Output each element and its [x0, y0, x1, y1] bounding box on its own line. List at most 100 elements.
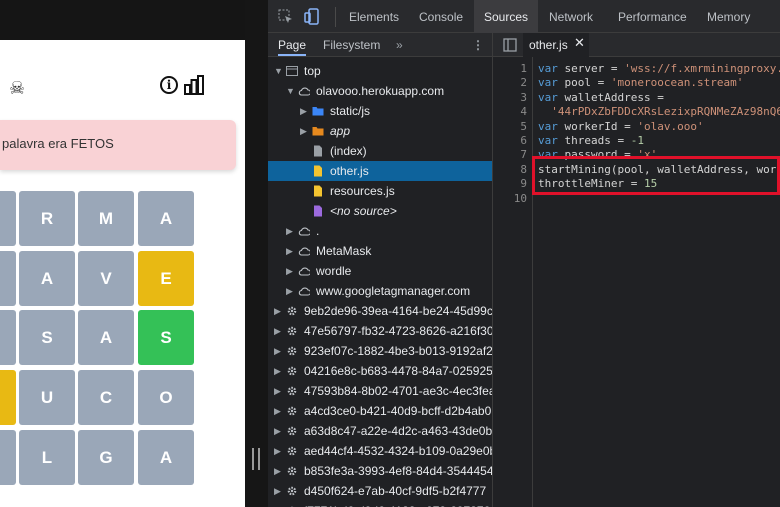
nav-tab-filesystem[interactable]: Filesystem	[323, 33, 380, 56]
expanded-arrow-icon[interactable]: ▼	[274, 61, 283, 81]
collapsed-arrow-icon[interactable]: ▶	[300, 121, 307, 141]
tree-item[interactable]: ▶ 9eb2de96-39ea-4164-be24-45d99c	[268, 301, 492, 321]
tree-item[interactable]: ▶ 923ef07c-1882-4be3-b013-9192af2	[268, 341, 492, 361]
editor-tab-other-js[interactable]: other.js ✕	[523, 33, 589, 57]
line-number[interactable]: 6	[497, 134, 527, 147]
device-toolbar-icon[interactable]	[304, 8, 320, 25]
collapsed-arrow-icon[interactable]: ▶	[274, 441, 281, 461]
js-file-icon	[314, 165, 322, 177]
tree-item-label: 47e56797-fb32-4723-8626-a216f30	[304, 324, 492, 338]
tree-item[interactable]: resources.js	[268, 181, 492, 201]
tree-item[interactable]: ▼ olavooo.herokuapp.com	[268, 81, 492, 101]
info-icon[interactable]: i	[160, 76, 178, 94]
collapsed-arrow-icon[interactable]: ▶	[274, 481, 281, 501]
tab-sources[interactable]: Sources	[474, 0, 539, 33]
tab-console[interactable]: Console	[409, 0, 473, 33]
tab-memory[interactable]: Memory	[697, 0, 760, 33]
tree-item[interactable]: ▶ 04216e8c-b683-4478-84a7-025925	[268, 361, 492, 381]
wordle-game-page: ☠ i palavra era FETOS RMAAVESASUCOLGA	[0, 40, 245, 507]
tree-item[interactable]: ▶ www.googletagmanager.com	[268, 281, 492, 301]
folder-icon	[312, 127, 324, 136]
letter-tile: A	[138, 430, 194, 485]
gear-icon	[287, 346, 297, 356]
collapsed-arrow-icon[interactable]: ▶	[274, 421, 281, 441]
collapsed-arrow-icon[interactable]: ▶	[286, 281, 293, 301]
cloud-icon	[298, 247, 310, 256]
collapsed-arrow-icon[interactable]: ▶	[286, 241, 293, 261]
splitter-grip[interactable]	[252, 448, 260, 470]
gear-icon	[287, 386, 297, 396]
line-number[interactable]: 4	[497, 105, 527, 118]
letter-tile: U	[19, 370, 75, 425]
collapsed-arrow-icon[interactable]: ▶	[286, 261, 293, 281]
collapsed-arrow-icon[interactable]: ▶	[274, 361, 281, 381]
toggle-navigator-icon[interactable]	[503, 38, 517, 52]
tree-item[interactable]: ▼ top	[268, 61, 492, 81]
tree-item[interactable]: ▶ 47e56797-fb32-4723-8626-a216f30	[268, 321, 492, 341]
js-file-icon	[314, 185, 322, 197]
tree-item[interactable]: ▶ wordle	[268, 261, 492, 281]
line-number[interactable]: 5	[497, 120, 527, 133]
letter-tile: S	[19, 310, 75, 365]
letter-tile: O	[138, 370, 194, 425]
line-number[interactable]: 10	[497, 192, 527, 205]
collapsed-arrow-icon[interactable]: ▶	[274, 381, 281, 401]
gear-icon	[287, 426, 297, 436]
cloud-icon	[298, 267, 310, 276]
line-number[interactable]: 2	[497, 76, 527, 89]
collapsed-arrow-icon[interactable]: ▶	[274, 321, 281, 341]
tab-network[interactable]: Network	[539, 0, 603, 33]
tree-item[interactable]: ▶ aed44cf4-4532-4324-b109-0a29e0b	[268, 441, 492, 461]
line-number[interactable]: 9	[497, 177, 527, 190]
code-editor[interactable]: 1 2 3 4 5 6 7 8 9 10 var server = 'wss://f.xmrmin…	[493, 57, 780, 507]
letter-tile: M	[78, 191, 134, 246]
tree-item[interactable]: other.js	[268, 161, 492, 181]
tree-item[interactable]: ▶ 47593b84-8b02-4701-ae3c-4ec3fea	[268, 381, 492, 401]
collapsed-arrow-icon[interactable]: ▶	[274, 401, 281, 421]
tree-item[interactable]: ▶ b853fe3a-3993-4ef8-84d4-3544454	[268, 461, 492, 481]
tree-item[interactable]: ▶ static/js	[268, 101, 492, 121]
letter-tile: A	[138, 191, 194, 246]
expanded-arrow-icon[interactable]: ▼	[286, 81, 295, 101]
skull-icon[interactable]: ☠	[9, 78, 25, 99]
tree-item[interactable]: ▶ a63d8c47-a22e-4d2c-a463-43de0b	[268, 421, 492, 441]
tree-item-label: d450f624-e7ab-40cf-9df5-b2f4777	[304, 484, 487, 498]
tab-performance[interactable]: Performance	[608, 0, 697, 33]
line-number[interactable]: 8	[497, 163, 527, 176]
collapsed-arrow-icon[interactable]: ▶	[300, 101, 307, 121]
tree-item[interactable]: ▶ MetaMask	[268, 241, 492, 261]
collapsed-arrow-icon[interactable]: ▶	[274, 461, 281, 481]
tree-item[interactable]: ▶ a4cd3ce0-b421-40d9-bcff-d2b4ab0	[268, 401, 492, 421]
letter-tile	[0, 251, 16, 306]
more-tabs-chevron-icon[interactable]: »	[396, 33, 403, 56]
collapsed-arrow-icon[interactable]: ▶	[274, 501, 281, 507]
tree-item[interactable]: ▶ d450f624-e7ab-40cf-9df5-b2f4777	[268, 481, 492, 501]
nav-tab-page[interactable]: Page	[278, 33, 306, 56]
more-options-icon[interactable]: ⋮	[472, 33, 484, 56]
cloud-icon	[298, 227, 310, 236]
toast-message: palavra era FETOS	[2, 136, 114, 151]
collapsed-arrow-icon[interactable]: ▶	[274, 301, 281, 321]
collapsed-arrow-icon[interactable]: ▶	[286, 221, 293, 241]
collapsed-arrow-icon[interactable]: ▶	[274, 341, 281, 361]
tab-elements[interactable]: Elements	[339, 0, 409, 33]
close-tab-icon[interactable]: ✕	[574, 36, 585, 51]
line-number[interactable]: 1	[497, 62, 527, 75]
file-navigator-tree: ▼ top ▼ olavooo.herokuapp.com ▶ static/js ▶ app…	[268, 57, 492, 507]
browser-tab-strip	[0, 0, 245, 40]
tree-item[interactable]: ▶.	[268, 221, 492, 241]
tree-item-label: 47593b84-8b02-4701-ae3c-4ec3fea	[304, 384, 492, 398]
panel-splitter[interactable]	[245, 0, 268, 507]
tree-item[interactable]: (index)	[268, 141, 492, 161]
tree-item[interactable]: ▶ f7771bd6-d9d6-4122-a079-607276	[268, 501, 492, 507]
line-number[interactable]: 7	[497, 148, 527, 161]
toolbar-divider	[335, 7, 336, 27]
stats-chart-icon[interactable]	[183, 74, 205, 96]
line-number[interactable]: 3	[497, 91, 527, 104]
tree-item[interactable]: <no source>	[268, 201, 492, 221]
answer-toast: palavra era FETOS	[0, 120, 236, 170]
inspect-element-icon[interactable]	[278, 9, 293, 24]
code-line: var walletAddress =	[538, 90, 664, 104]
code-line: var server = 'wss://f.xmrminingproxy.	[538, 62, 780, 75]
tree-item[interactable]: ▶ app	[268, 121, 492, 141]
